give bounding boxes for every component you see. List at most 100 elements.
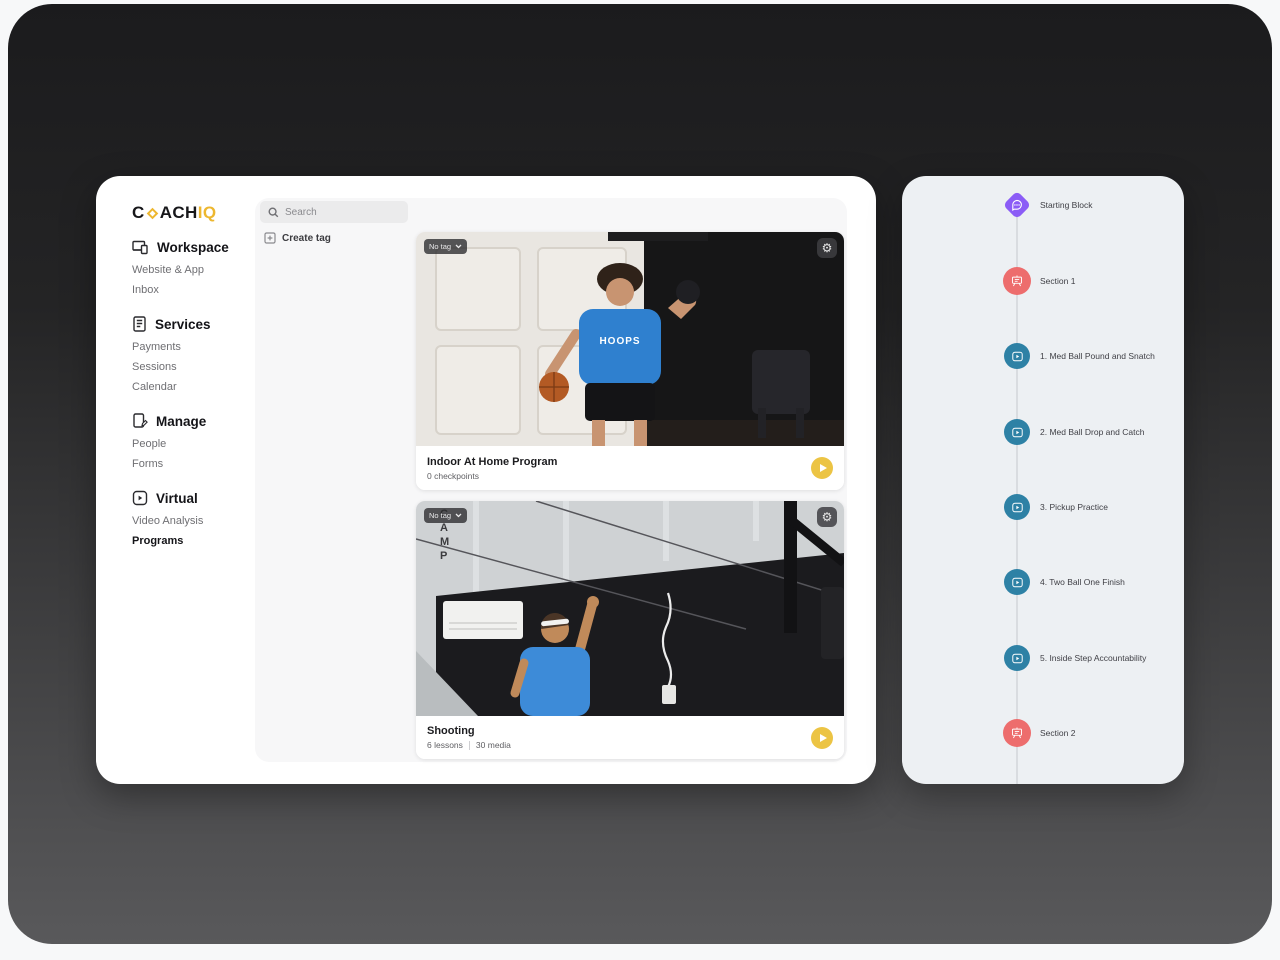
program-card-footer: Indoor At Home Program 0 checkpoints [416,446,844,490]
photo-letter: P [440,550,447,562]
timeline-label: 2. Med Ball Drop and Catch [1040,427,1145,437]
program-card-indoor[interactable]: HOOPS No tag ⚙︎ Indoor At Home Program 0… [416,232,844,490]
sidebar-section-workspace[interactable]: Workspace [132,234,255,260]
shirt-text: HOOPS [599,336,640,347]
create-tag-button[interactable]: Create tag [264,232,331,244]
tag-dropdown[interactable]: No tag [424,508,468,523]
lesson-video-icon [1004,343,1030,369]
timeline-item-lesson-4[interactable]: 4. Two Ball One Finish [1003,568,1125,596]
presentation-board-icon [1012,727,1022,739]
video-play-icon [1011,502,1023,512]
coachiq-app-window: C ACH IQ Workspace Website & App Inbox S… [96,176,876,784]
section-icon [1003,719,1031,747]
program-title: Shooting [427,725,475,737]
search-input[interactable]: Search [260,201,408,223]
timeline-label: Section 1 [1040,276,1076,286]
video-play-icon [1011,653,1023,663]
presentation-board-icon [1012,275,1022,287]
tag-dropdown[interactable]: No tag [424,239,468,254]
play-icon [819,464,827,472]
timeline-label: Starting Block [1040,200,1093,210]
nav-section-services: Services Payments Sessions Calendar [132,311,255,397]
program-card-footer: Shooting 6 lessons 30 media [416,716,844,759]
program-card-shooting[interactable]: C A M P [416,501,844,759]
timeline-label: Section 2 [1040,728,1076,738]
gear-icon: ⚙︎ [821,241,833,255]
starting-block-icon [1002,190,1032,220]
chat-bubble-icon [1012,199,1022,211]
timeline-item-section-2[interactable]: Section 2 [1003,719,1075,747]
sidebar-item-calendar[interactable]: Calendar [132,377,255,397]
indoor-program-photo: HOOPS [416,232,844,446]
sidebar-section-label: Manage [156,413,207,429]
sidebar-section-label: Virtual [156,490,198,506]
chevron-down-icon [455,513,462,518]
lesson-video-icon [1004,645,1030,671]
timeline-label: 3. Pickup Practice [1040,502,1109,512]
sidebar-section-services[interactable]: Services [132,311,255,337]
sidebar-item-payments[interactable]: Payments [132,337,255,357]
play-icon [819,733,827,742]
lesson-video-icon [1004,419,1030,445]
section-icon [1003,267,1031,295]
timeline-label: 1. Med Ball Pound and Snatch [1040,351,1155,361]
nav-section-manage: Manage People Forms [132,408,255,474]
sidebar-section-label: Workspace [157,239,229,255]
search-placeholder: Search [285,206,317,218]
video-play-icon [1011,351,1023,361]
program-meta: 0 checkpoints [427,470,479,481]
sidebar-item-website-app[interactable]: Website & App [132,260,255,280]
workspace-icon [132,240,148,254]
nav-section-workspace: Workspace Website & App Inbox [132,234,255,300]
services-icon [133,316,146,332]
timeline-item-lesson-1[interactable]: 1. Med Ball Pound and Snatch [1003,342,1155,370]
video-play-icon [1011,577,1023,587]
sidebar-section-manage[interactable]: Manage [132,408,255,434]
chevron-down-icon [455,244,462,249]
timeline-label: 4. Two Ball One Finish [1040,577,1125,587]
create-tag-label: Create tag [282,232,331,244]
gear-icon: ⚙︎ [821,510,833,524]
coachiq-logo[interactable]: C ACH IQ [132,203,255,223]
sidebar-item-sessions[interactable]: Sessions [132,357,255,377]
photo-letter: M [440,536,449,548]
program-meta: 6 lessons 30 media [427,740,511,750]
sidebar-item-programs[interactable]: Programs [132,531,255,551]
sidebar-item-forms[interactable]: Forms [132,454,255,474]
program-thumbnail: C A M P [416,501,844,716]
timeline-item-section-1[interactable]: Section 1 [1003,267,1075,295]
sidebar-section-virtual[interactable]: Virtual [132,485,255,511]
plus-square-icon [264,232,276,244]
timeline-item-lesson-2[interactable]: 2. Med Ball Drop and Catch [1003,418,1144,446]
logo-diamond-icon [146,207,158,219]
settings-button[interactable]: ⚙︎ [817,507,837,527]
sidebar-item-people[interactable]: People [132,434,255,454]
lesson-video-icon [1004,569,1030,595]
photo-letter: A [440,522,448,534]
play-button[interactable] [811,726,833,749]
meta-divider [468,740,470,750]
virtual-icon [132,490,148,506]
sidebar-section-label: Services [155,316,211,332]
timeline-item-lesson-3[interactable]: 3. Pickup Practice [1003,493,1108,521]
search-icon [268,206,279,217]
tag-label: No tag [429,242,452,251]
shooting-program-photo: C A M P [416,501,844,716]
nav-section-virtual: Virtual Video Analysis Programs [132,485,255,551]
sidebar: C ACH IQ Workspace Website & App Inbox S… [96,176,255,784]
timeline-item-starting-block[interactable]: Starting Block [1002,190,1093,220]
logo-text-accent: IQ [197,203,217,222]
programs-content-panel: Search Create tag HOOPS No tag ⚙︎ Indoor… [255,198,847,762]
program-thumbnail: HOOPS No tag ⚙︎ [416,232,844,446]
tag-label: No tag [429,511,452,520]
media-count: 30 media [475,740,511,750]
sidebar-item-inbox[interactable]: Inbox [132,280,255,300]
timeline-label: 5. Inside Step Accountability [1040,653,1147,663]
logo-text: ACH [159,203,198,222]
page: C ACH IQ Workspace Website & App Inbox S… [0,0,1280,960]
play-button[interactable] [811,457,833,479]
timeline-item-lesson-5[interactable]: 5. Inside Step Accountability [1003,644,1146,672]
sidebar-item-video-analysis[interactable]: Video Analysis [132,511,255,531]
logo-text: C [132,203,145,222]
settings-button[interactable]: ⚙︎ [817,238,837,258]
